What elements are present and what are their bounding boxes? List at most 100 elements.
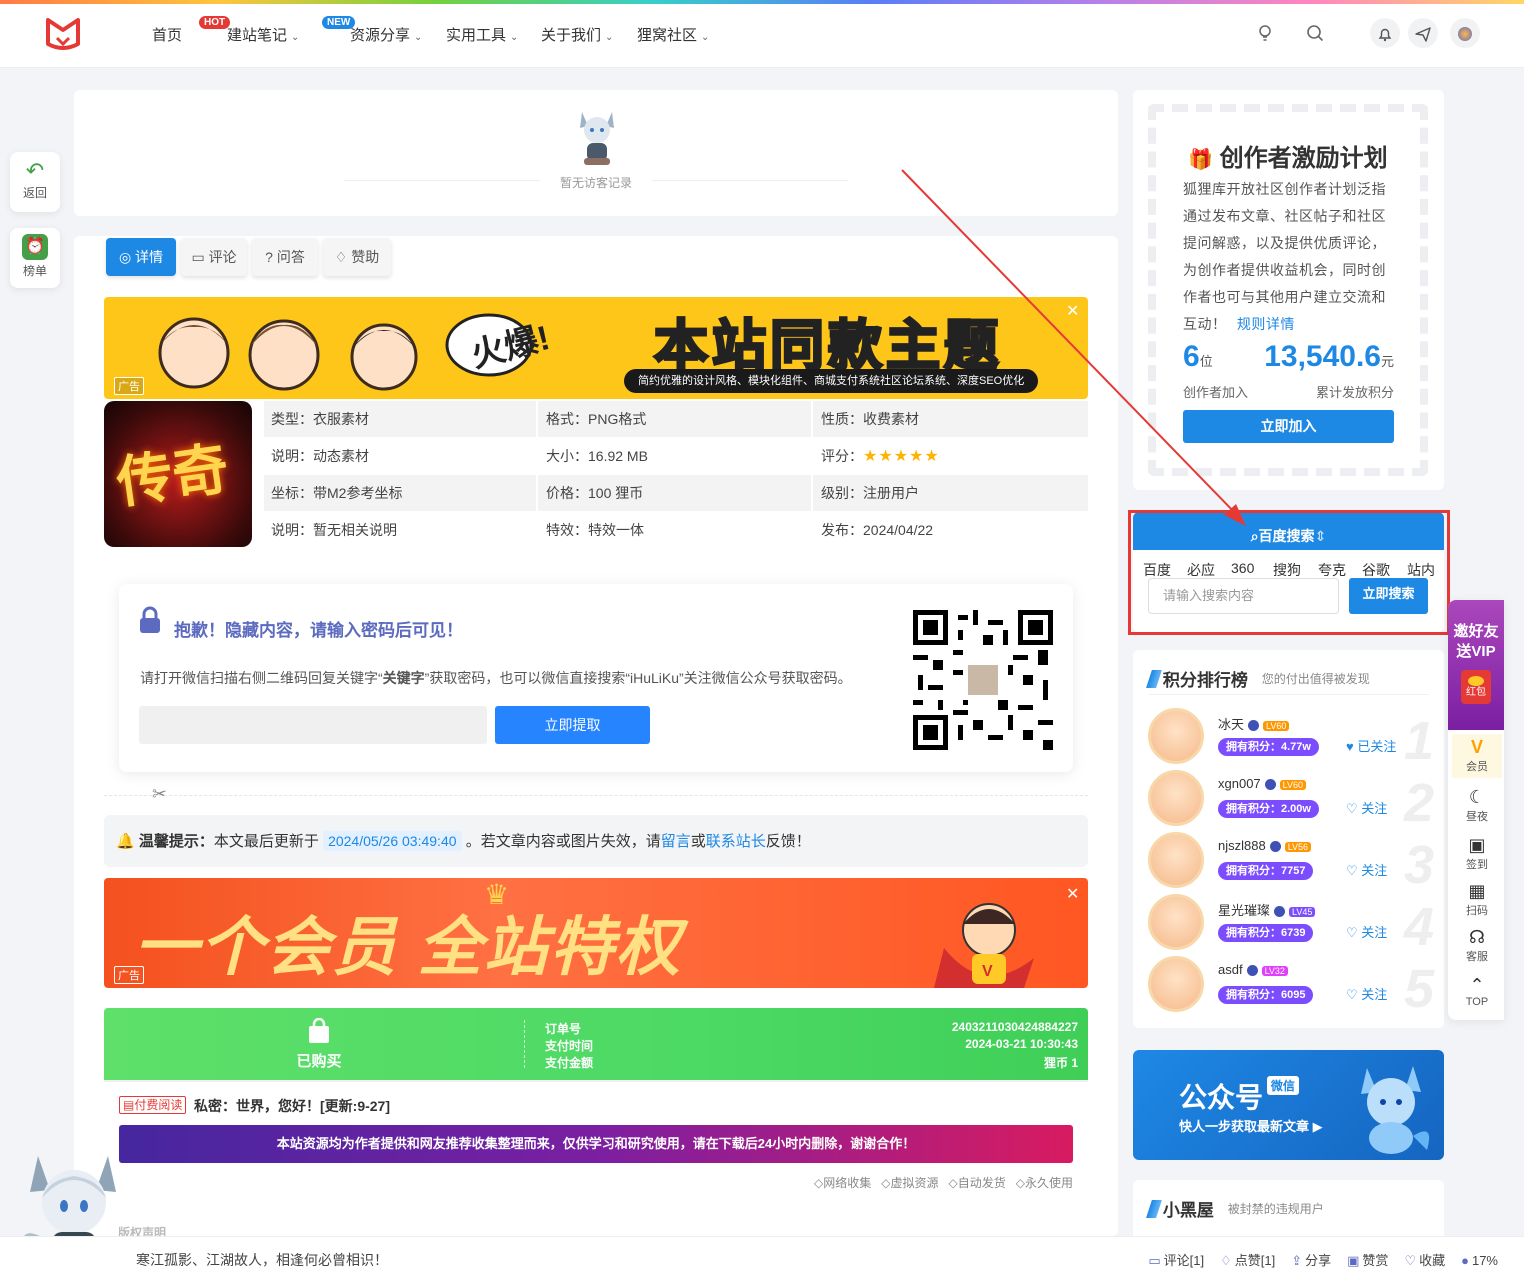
nav-item-3[interactable]: 实用工具 ⌄ (446, 24, 518, 45)
level-badge: LV45 (1289, 906, 1316, 917)
bottom-actions: ▭ 评论[1] ♢ 点赞[1] ⇪ 分享 ▣ 赞赏 ♡ 收藏 ● 17% (1000, 1250, 1498, 1269)
bottom-action-2[interactable]: ⇪ 分享 (1291, 1253, 1331, 1268)
user-name[interactable]: asdf LV32 (1218, 962, 1288, 977)
wechat-promo-card[interactable]: 公众号 微信 快人一步获取最新文章 ▶ (1133, 1050, 1444, 1160)
annotation-arrow (901, 169, 1246, 526)
article-title[interactable]: 私密：世界，您好！[更新:9-27] (194, 1096, 390, 1116)
tab-detail[interactable]: ◎ 详情 (106, 238, 176, 276)
float-moon[interactable]: ☾ 昼夜 (1452, 786, 1502, 824)
ad-tag: 广告 (114, 377, 144, 395)
wechat-qr-code[interactable] (913, 610, 1053, 750)
article-tag[interactable]: ◇永久使用 (1016, 1176, 1073, 1190)
avatar[interactable] (1148, 894, 1204, 950)
ranking-item[interactable]: 4 星光璀璨 LV45 拥有积分：6739 ♡ 关注 (1148, 894, 1438, 957)
user-name[interactable]: 星光璀璨 LV45 (1218, 900, 1316, 919)
nav-item-1[interactable]: 建站笔记 ⌄ (227, 24, 299, 45)
reward-icon: ▣ (1347, 1253, 1360, 1268)
verified-icon (1246, 965, 1258, 977)
extract-button[interactable]: 立即提取 (495, 706, 650, 744)
ad-close-icon-2[interactable]: ✕ (1066, 884, 1079, 904)
bottom-action-0[interactable]: ▭ 评论[1] (1148, 1253, 1204, 1268)
float-qr[interactable]: ▦ 扫码 (1452, 880, 1502, 918)
locked-title: 抱歉！隐藏内容，请输入密码后可见！ (174, 621, 463, 640)
rank-number: 3 (1404, 835, 1435, 895)
ranking-divider (1149, 694, 1429, 695)
article-tag[interactable]: ◇虚拟资源 (881, 1176, 938, 1190)
nav-item-5[interactable]: 狸窝社区 ⌄ (637, 24, 709, 45)
avatar[interactable] (1148, 956, 1204, 1012)
nav-item-2[interactable]: 资源分享 ⌄ (350, 24, 422, 45)
chevron-down-icon: ⌄ (510, 32, 519, 43)
follow-button[interactable]: ♡ 关注 (1346, 860, 1387, 879)
invite-vip-banner[interactable]: 邀好友送VIP 红包 (1448, 600, 1504, 730)
avatar[interactable] (1148, 708, 1204, 764)
shopping-bag-icon (305, 1017, 333, 1044)
tag-icon: ◇ (1015, 1176, 1025, 1190)
leave-message-link[interactable]: 留言 (661, 833, 691, 850)
update-notice: 🔔 温馨提示：本文最后更新于 2024/05/26 03:49:40 。若文章内… (104, 815, 1088, 867)
send-icon[interactable] (1408, 18, 1438, 48)
tab-sponsor[interactable]: ♢ 赞助 (323, 238, 391, 276)
user-name[interactable]: njszl888 LV56 (1218, 838, 1312, 853)
level-badge: LV56 (1284, 841, 1312, 852)
mascot-icon (574, 106, 620, 168)
avatar[interactable] (1148, 770, 1204, 826)
password-input[interactable] (139, 706, 487, 744)
rank-list-button[interactable]: ⏰ 榜单 (10, 228, 60, 288)
contact-admin-link[interactable]: 联系站长 (706, 833, 766, 850)
ranking-item[interactable]: 1 冰天 LV60 拥有积分：4.77w ♥ 已关注 (1148, 708, 1438, 771)
slash-icon-2 (1146, 1199, 1162, 1218)
vip-ad-banner[interactable]: 一个会员 全站特权 ♛ V 广告 ✕ (104, 878, 1088, 988)
ranking-item[interactable]: 3 njszl888 LV56 拥有积分：7757 ♡ 关注 (1148, 832, 1438, 895)
follow-button[interactable]: ♥ 已关注 (1346, 736, 1396, 755)
locked-description: 请打开微信扫描右侧二维码回复关键字“关键字”获取密码，也可以微信直接搜索“iHu… (140, 670, 852, 686)
tab-comment[interactable]: ▭ 评论 (181, 238, 247, 276)
bottom-action-4[interactable]: ♡ 收藏 (1404, 1253, 1445, 1268)
idea-icon[interactable] (1256, 24, 1274, 42)
user-name[interactable]: xgn007 LV60 (1218, 776, 1307, 791)
top-arrow-icon: ⌃ (1469, 975, 1485, 995)
follow-button[interactable]: ♡ 关注 (1346, 984, 1387, 1003)
favorite-icon: ♡ (1404, 1253, 1417, 1268)
vip-icon: V (1470, 737, 1483, 757)
float-top-arrow[interactable]: ⌃ TOP (1452, 974, 1502, 1008)
purchase-divider (524, 1020, 525, 1068)
tab-qa[interactable]: ? 问答 (252, 238, 318, 276)
site-logo[interactable] (44, 16, 82, 52)
purchase-label: 支付金额 (545, 1056, 594, 1070)
play-arrow-icon: ▶ (1312, 1119, 1323, 1134)
float-vip[interactable]: V 会员 (1452, 734, 1502, 778)
paid-tag: ▤付费阅读 (119, 1096, 187, 1114)
bottom-action-5[interactable]: ● 17% (1461, 1253, 1498, 1268)
follow-button[interactable]: ♡ 关注 (1346, 798, 1387, 817)
points-total-label: 累计发放积分 (1315, 385, 1394, 400)
nav-item-4[interactable]: 关于我们 ⌄ (541, 24, 613, 45)
user-name[interactable]: 冰天 LV60 (1218, 714, 1290, 733)
avatar[interactable] (1148, 832, 1204, 888)
back-button[interactable]: ↶ 返回 (10, 152, 60, 212)
meta-cell: 说明：暂无相关说明 (271, 522, 397, 538)
share-icon: ⇪ (1291, 1253, 1303, 1268)
article-tag[interactable]: ◇网络收集 (814, 1176, 871, 1190)
float-headset[interactable]: ☊ 客服 (1452, 926, 1502, 964)
rank-number: 2 (1404, 773, 1435, 833)
article-tag[interactable]: ◇自动发货 (949, 1176, 1006, 1190)
tag-icon: ◇ (814, 1176, 824, 1190)
search-icon[interactable] (1306, 24, 1324, 42)
ranking-item[interactable]: 5 asdf LV32 拥有积分：6095 ♡ 关注 (1148, 956, 1438, 1019)
nav-item-0[interactable]: 首页 (152, 24, 182, 45)
level-badge: LV32 (1261, 965, 1288, 976)
bottom-action-1[interactable]: ♢ 点赞[1] (1220, 1253, 1275, 1268)
rank-number: 1 (1404, 711, 1435, 771)
verified-icon (1264, 779, 1276, 791)
purchase-value: 狸币 1 (1043, 1056, 1078, 1070)
qr-icon: ▦ (1468, 881, 1486, 901)
ranking-item[interactable]: 2 xgn007 LV60 拥有积分：2.00w ♡ 关注 (1148, 770, 1438, 833)
float-calendar[interactable]: ▣ 签到 (1452, 834, 1502, 872)
user-avatar[interactable] (1450, 18, 1480, 48)
follow-button[interactable]: ♡ 关注 (1346, 922, 1387, 941)
bell-icon[interactable] (1370, 18, 1400, 48)
purchase-label: 订单号 (545, 1022, 582, 1036)
back-arrow-icon: ↶ (25, 158, 45, 183)
bottom-action-3[interactable]: ▣ 赞赏 (1347, 1253, 1388, 1268)
